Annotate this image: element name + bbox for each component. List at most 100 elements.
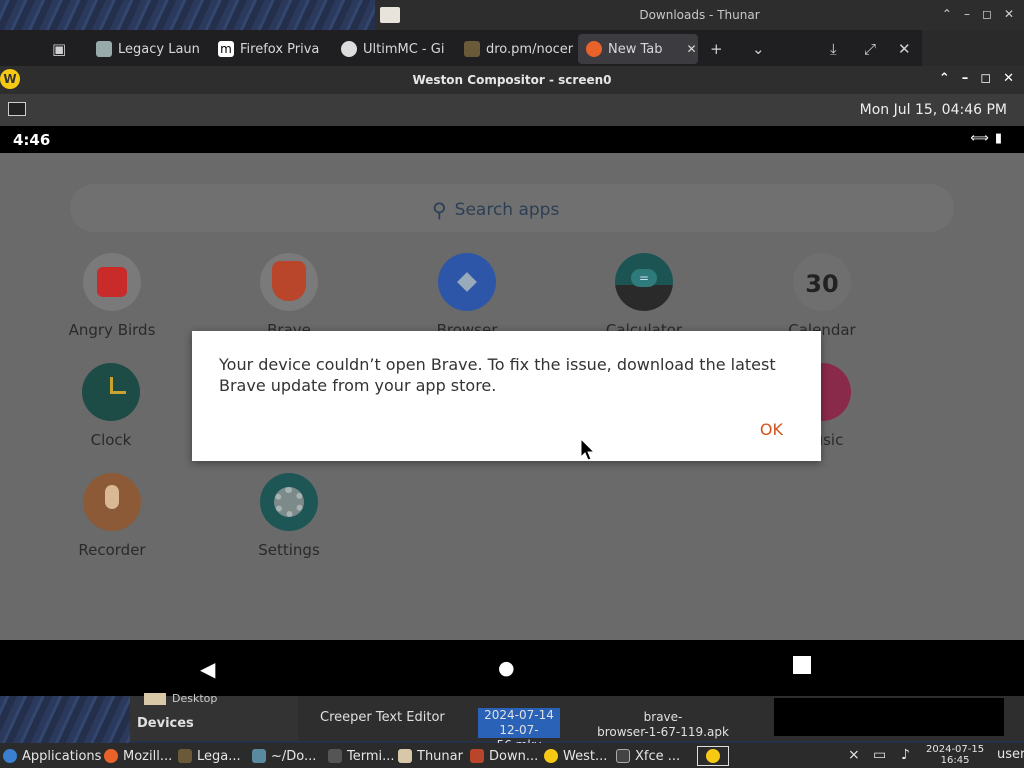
dialog-message: Your device couldn’t open Brave. To fix … xyxy=(219,355,776,395)
search-icon: ⚲ xyxy=(432,198,447,222)
tab-overview-icon[interactable]: ▣ xyxy=(52,40,66,58)
tab-list-chevron-icon[interactable]: ⌄ xyxy=(752,40,765,58)
firefox-icon xyxy=(104,749,118,763)
maximize-button[interactable]: ◻ xyxy=(980,71,991,86)
folder-icon xyxy=(464,41,480,57)
app-clock[interactable]: Clock xyxy=(51,363,171,449)
app-recorder[interactable]: Recorder xyxy=(52,473,172,559)
shade-button[interactable]: ⌃ xyxy=(939,71,950,86)
tab-legacy[interactable]: Legacy Laun xyxy=(88,34,208,64)
app-settings[interactable]: Settings xyxy=(229,473,349,559)
microphone-icon xyxy=(83,473,141,531)
app-calendar[interactable]: 30 Calendar xyxy=(762,253,882,339)
home-icon[interactable]: ● xyxy=(498,657,515,679)
shade-button[interactable]: ⌃ xyxy=(942,7,952,21)
cube-icon xyxy=(96,41,112,57)
tab-ultimmc[interactable]: UltimMC - Gi xyxy=(333,34,453,64)
battery-icon: ▮ xyxy=(994,131,1008,146)
calculator-icon: = xyxy=(615,253,673,311)
new-tab-button[interactable]: + xyxy=(710,40,723,58)
thunar-sidebar: Desktop Devices xyxy=(130,692,298,741)
sidebar-item-desktop[interactable]: Desktop xyxy=(172,692,217,705)
terminal-icon xyxy=(328,749,342,763)
task-downloads[interactable]: Down... xyxy=(470,746,540,766)
maximize-button[interactable]: ◻ xyxy=(982,7,992,21)
weston-icon xyxy=(544,749,558,763)
sidebar-devices-heading: Devices xyxy=(137,716,194,731)
user-menu[interactable]: user xyxy=(997,747,1024,762)
wallpaper-pattern xyxy=(0,0,380,30)
network-disconnected-icon[interactable]: ⨯ xyxy=(848,747,860,763)
window-title: Weston Compositor - screen0 xyxy=(412,73,612,87)
file-brave-apk[interactable]: brave-browser-1-67-119.apk xyxy=(588,710,738,740)
thunar-titlebar[interactable]: Downloads - Thunar ⌃ – ◻ ✕ xyxy=(375,0,1024,30)
mouse-pointer-icon xyxy=(580,438,596,461)
minimize-button[interactable]: – xyxy=(962,71,969,86)
search-placeholder: Search apps xyxy=(454,200,560,220)
status-time: 4:46 xyxy=(13,131,51,149)
weston-titlebar[interactable]: W Weston Compositor - screen0 ⌃ – ◻ ✕ xyxy=(0,66,1024,94)
close-button[interactable]: ✕ xyxy=(1003,71,1014,86)
app-brave[interactable]: Brave xyxy=(229,253,349,339)
android-nav-bar: ◀ ● xyxy=(0,640,1024,696)
thunar-file-view: Desktop Devices Creeper Text Editor 2024… xyxy=(130,692,1024,752)
gear-icon xyxy=(260,473,318,531)
search-apps-bar[interactable]: ⚲ Search apps xyxy=(70,184,954,232)
task-weston-active[interactable] xyxy=(697,746,729,766)
task-downloads-folder[interactable]: ~/Do... xyxy=(252,746,322,766)
recents-icon[interactable] xyxy=(793,656,811,674)
app-calculator[interactable]: = Calculator xyxy=(584,253,704,339)
tab-new-tab[interactable]: New Tab ✕ xyxy=(578,34,698,64)
task-xfce[interactable]: Xfce ... xyxy=(616,746,688,766)
tab-firefox-private[interactable]: m Firefox Priva xyxy=(210,34,330,64)
status-icons: ⟺▮ xyxy=(970,131,1008,146)
task-mozilla[interactable]: Mozill... xyxy=(104,746,174,766)
download-icon[interactable]: ⤓ xyxy=(830,40,837,58)
desktop-folder-icon xyxy=(144,693,166,705)
close-window-button[interactable]: ✕ xyxy=(898,40,911,58)
xfce-menu-icon xyxy=(3,749,17,763)
m-icon: m xyxy=(218,41,234,57)
terminal-launcher-icon[interactable] xyxy=(8,102,26,116)
folder-icon xyxy=(398,749,412,763)
task-terminal[interactable]: Termi... xyxy=(328,746,396,766)
ok-button[interactable]: OK xyxy=(760,420,783,439)
app-angry-birds[interactable]: Angry Birds xyxy=(52,253,172,339)
task-legacy[interactable]: Lega... xyxy=(178,746,248,766)
angry-birds-icon xyxy=(83,253,141,311)
window-title: Downloads - Thunar xyxy=(639,8,760,22)
minecraft-icon xyxy=(178,749,192,763)
network-icon: ⟺ xyxy=(970,131,995,146)
applications-menu[interactable]: Applications xyxy=(3,746,101,766)
firefox-tabbar: ▣ Legacy Laun m Firefox Priva UltimMC - G… xyxy=(0,30,922,66)
task-thunar[interactable]: Thunar xyxy=(398,746,466,766)
xfce-taskbar: Applications Mozill... Lega... ~/Do... T… xyxy=(0,743,1024,768)
weston-icon xyxy=(706,749,720,763)
error-dialog: Your device couldn’t open Brave. To fix … xyxy=(192,331,821,461)
back-icon[interactable]: ◀ xyxy=(200,657,215,681)
close-tab-icon[interactable]: ✕ xyxy=(687,42,697,56)
window-gap xyxy=(922,30,1024,66)
terminal-icon xyxy=(616,749,630,763)
notification-bell-icon[interactable]: ♪ xyxy=(901,747,910,763)
battery-icon[interactable]: ▭ xyxy=(873,747,886,763)
fullscreen-icon[interactable]: ⤢ xyxy=(864,40,876,58)
calendar-icon: 30 xyxy=(793,253,851,311)
minimize-button[interactable]: – xyxy=(964,7,970,21)
app-browser[interactable]: Browser xyxy=(407,253,527,339)
editor-icon xyxy=(252,749,266,763)
browser-compass-icon xyxy=(438,253,496,311)
brave-icon xyxy=(470,749,484,763)
clock-icon xyxy=(82,363,140,421)
file-mkv-selected[interactable]: 2024-07-1412-07-56.mkv xyxy=(478,708,560,752)
taskbar-clock[interactable]: 2024-07-15 16:45 xyxy=(926,744,984,766)
task-weston[interactable]: West... xyxy=(544,746,612,766)
wallpaper-pattern xyxy=(0,695,130,743)
close-button[interactable]: ✕ xyxy=(1004,7,1014,21)
file-creeper-text-editor[interactable]: Creeper Text Editor xyxy=(320,710,445,725)
panel-clock: Mon Jul 15, 04:46 PM xyxy=(859,102,1007,118)
android-status-bar: 4:46 ⟺▮ xyxy=(0,126,1024,153)
tab-dropm[interactable]: dro.pm/nocer xyxy=(456,34,576,64)
firefox-icon xyxy=(586,41,602,57)
weston-panel: Mon Jul 15, 04:46 PM xyxy=(0,94,1024,126)
